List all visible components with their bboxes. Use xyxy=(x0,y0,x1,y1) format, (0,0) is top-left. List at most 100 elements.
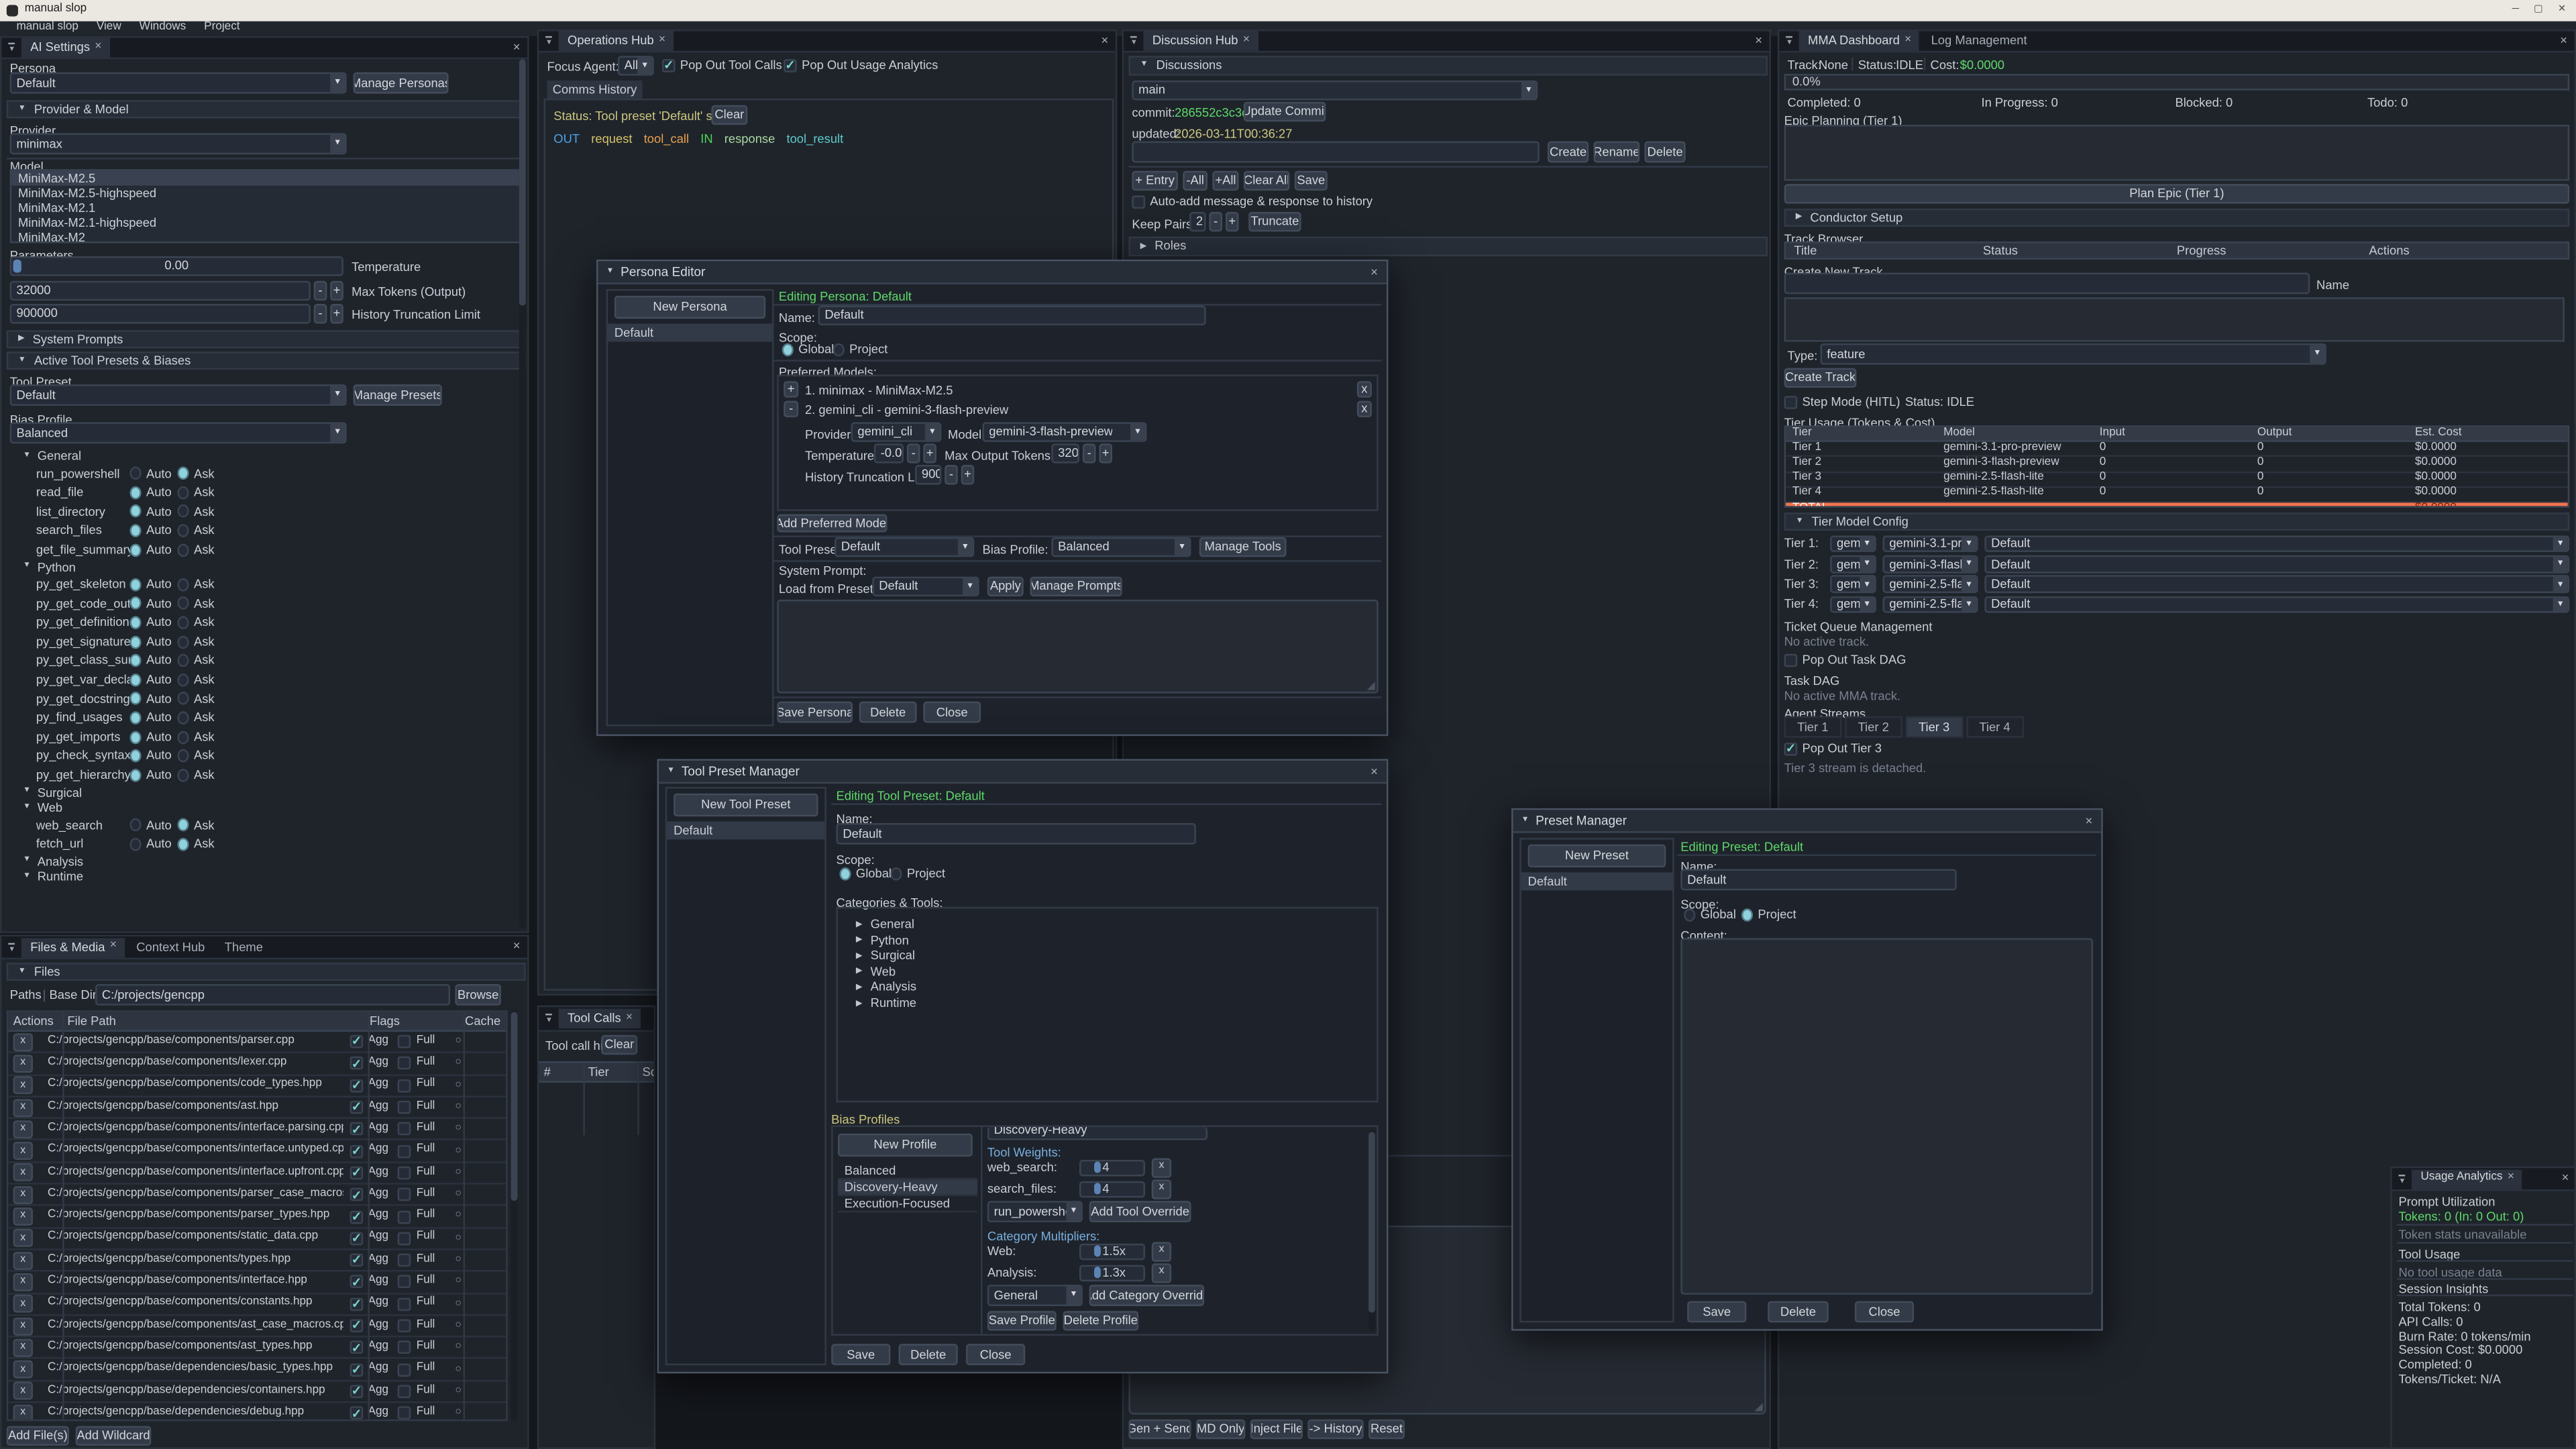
ask-radio[interactable]: Ask xyxy=(177,748,225,763)
remove-file-button[interactable]: x xyxy=(13,1120,33,1138)
auto-radio[interactable]: Auto xyxy=(129,653,177,668)
remove-file-button[interactable]: x xyxy=(13,1208,33,1226)
collapse-panel-icon[interactable]: ▼ xyxy=(545,1014,553,1024)
inject-file-button[interactable]: Inject File xyxy=(1250,1419,1303,1439)
ask-radio[interactable]: Ask xyxy=(177,837,225,852)
close-icon[interactable]: × xyxy=(626,1012,633,1026)
close-dialog-button[interactable]: Close xyxy=(923,702,981,723)
full-checkbox[interactable]: Full xyxy=(398,1210,435,1224)
ask-radio[interactable]: Ask xyxy=(177,466,225,482)
column-header[interactable]: Output xyxy=(2251,427,2408,441)
step-mode-checkbox[interactable]: Step Mode (HITL) Status: IDLE xyxy=(1784,394,1974,410)
column-header[interactable]: Status xyxy=(1983,243,2177,258)
add-wildcard-button[interactable]: Add Wildcard xyxy=(76,1426,152,1446)
system-prompts-section[interactable]: ▶ System Prompts xyxy=(7,330,526,348)
tier-preset-select[interactable]: Default▼ xyxy=(1984,555,2569,573)
full-checkbox[interactable]: Full xyxy=(398,1297,435,1311)
full-checkbox[interactable]: Full xyxy=(398,1187,435,1201)
collapse-panel-icon[interactable]: ▼ xyxy=(545,36,553,46)
move-down-button[interactable]: - xyxy=(784,401,798,417)
reset-button[interactable]: Reset xyxy=(1368,1419,1405,1439)
auto-radio[interactable]: Auto xyxy=(129,672,177,688)
auto-radio[interactable]: Auto xyxy=(129,466,177,482)
tool-preset-select[interactable]: Default ▼ xyxy=(835,537,974,557)
tab-operations-hub[interactable]: Operations Hub × xyxy=(559,32,674,51)
remove-file-button[interactable]: x xyxy=(13,1033,33,1051)
track-type-select[interactable]: feature ▼ xyxy=(1820,343,2326,365)
plan-epic-button[interactable]: Plan Epic (Tier 1) xyxy=(1784,184,2570,203)
menu-item-windows[interactable]: Windows xyxy=(140,21,186,36)
ask-radio[interactable]: Ask xyxy=(177,485,225,500)
tier-provider-select[interactable]: gemini_cli▼ xyxy=(1830,576,1876,593)
profile-item[interactable]: Execution-Focused xyxy=(838,1196,977,1212)
remove-file-button[interactable]: x xyxy=(13,1055,33,1073)
tier-preset-select[interactable]: Default▼ xyxy=(1984,535,2569,553)
load-preset-select[interactable]: Default ▼ xyxy=(872,577,979,596)
focus-agent-select[interactable]: All ▼ xyxy=(618,56,654,75)
model-listbox[interactable]: MiniMax-M2.5MiniMax-M2.5-highspeedMiniMa… xyxy=(10,169,521,243)
weight-input[interactable]: 1.3x xyxy=(1079,1264,1145,1280)
provider-select[interactable]: minimax ▼ xyxy=(10,133,347,154)
profile-name-input[interactable]: Discovery-Heavy xyxy=(987,1127,1208,1140)
close-dialog-button[interactable]: Close xyxy=(966,1344,1025,1365)
profile-item[interactable]: Balanced xyxy=(838,1163,977,1179)
window-close-icon[interactable]: ✕ xyxy=(2558,5,2566,17)
auto-radio[interactable]: Auto xyxy=(129,634,177,649)
add-category-override-button[interactable]: Add Category Override xyxy=(1089,1285,1204,1306)
clear-all-button[interactable]: Clear All xyxy=(1244,171,1290,191)
remove-file-button[interactable]: x xyxy=(13,1404,33,1421)
full-checkbox[interactable]: Full xyxy=(398,1166,435,1180)
discussions-section[interactable]: ▼ Discussions xyxy=(1128,56,1768,75)
stream-tab-tier-4[interactable]: Tier 4 xyxy=(1966,716,2023,738)
dialog-close-icon[interactable]: × xyxy=(1367,764,1382,779)
tool-category[interactable]: ▼Web xyxy=(7,800,516,816)
auto-radio[interactable]: Auto xyxy=(129,710,177,726)
decrement-button[interactable]: - xyxy=(314,304,327,323)
auto-radio[interactable]: Auto xyxy=(129,691,177,706)
remove-file-button[interactable]: x xyxy=(13,1230,33,1248)
auto-radio[interactable]: Auto xyxy=(129,523,177,539)
manage-tools-button[interactable]: Manage Tools xyxy=(1199,537,1287,557)
decrement-button[interactable]: - xyxy=(1083,443,1096,463)
delete-discussion-button[interactable]: Delete xyxy=(1644,142,1685,163)
ask-radio[interactable]: Ask xyxy=(177,818,225,833)
panel-close-icon[interactable]: × xyxy=(2557,33,2571,48)
tab-theme[interactable]: Theme xyxy=(217,937,272,957)
menu-item-view[interactable]: View xyxy=(97,21,121,36)
discussion-select[interactable]: main ▼ xyxy=(1132,80,1538,100)
remove-file-button[interactable]: x xyxy=(13,1273,33,1291)
column-header[interactable]: Tier xyxy=(588,1064,643,1079)
tool-preset-select[interactable]: Default ▼ xyxy=(10,384,347,406)
increment-button[interactable]: + xyxy=(961,465,975,484)
epic-planning-textarea[interactable] xyxy=(1784,125,2570,180)
tool-category[interactable]: ▼Python xyxy=(7,559,516,575)
new-preset-button[interactable]: New Preset xyxy=(1528,845,1666,867)
window-minimize-icon[interactable]: ─ xyxy=(2512,5,2519,17)
new-tool-preset-button[interactable]: New Tool Preset xyxy=(674,794,818,816)
column-header[interactable]: Tier xyxy=(1786,427,1937,441)
weight-input[interactable]: 1.5x xyxy=(1079,1243,1145,1259)
ask-radio[interactable]: Ask xyxy=(177,710,225,726)
column-header[interactable]: Model xyxy=(1937,427,2093,441)
remove-file-button[interactable]: x xyxy=(13,1142,33,1160)
ask-radio[interactable]: Ask xyxy=(177,767,225,783)
save-button[interactable]: Save xyxy=(1687,1301,1746,1323)
ask-radio[interactable]: Ask xyxy=(177,653,225,668)
tier-model-select[interactable]: gemini-3-flash-preview▼ xyxy=(1883,555,1978,573)
remove-file-button[interactable]: x xyxy=(13,1185,33,1203)
auto-radio[interactable]: Auto xyxy=(129,837,177,852)
full-checkbox[interactable]: Full xyxy=(398,1144,435,1158)
panel-close-icon[interactable]: × xyxy=(2558,1170,2573,1185)
provider-model-section[interactable]: ▼ Provider & Model xyxy=(7,100,526,118)
scope-global-radio[interactable]: Global xyxy=(782,341,835,357)
ask-radio[interactable]: Ask xyxy=(177,729,225,745)
close-dialog-button[interactable]: Close xyxy=(1855,1301,1914,1323)
dialog-close-icon[interactable]: × xyxy=(2082,813,2096,828)
tool-preset-name-input[interactable]: Default xyxy=(837,823,1196,845)
scope-project-radio[interactable]: Project xyxy=(833,341,888,357)
profile-item[interactable]: Discovery-Heavy xyxy=(838,1179,977,1195)
tab-tool-calls[interactable]: Tool Calls × xyxy=(559,1009,641,1028)
remove-file-button[interactable]: x xyxy=(13,1251,33,1269)
add-preferred-model-button[interactable]: Add Preferred Model xyxy=(777,515,887,533)
model-option[interactable]: MiniMax-M2.5-highspeed xyxy=(11,186,519,201)
